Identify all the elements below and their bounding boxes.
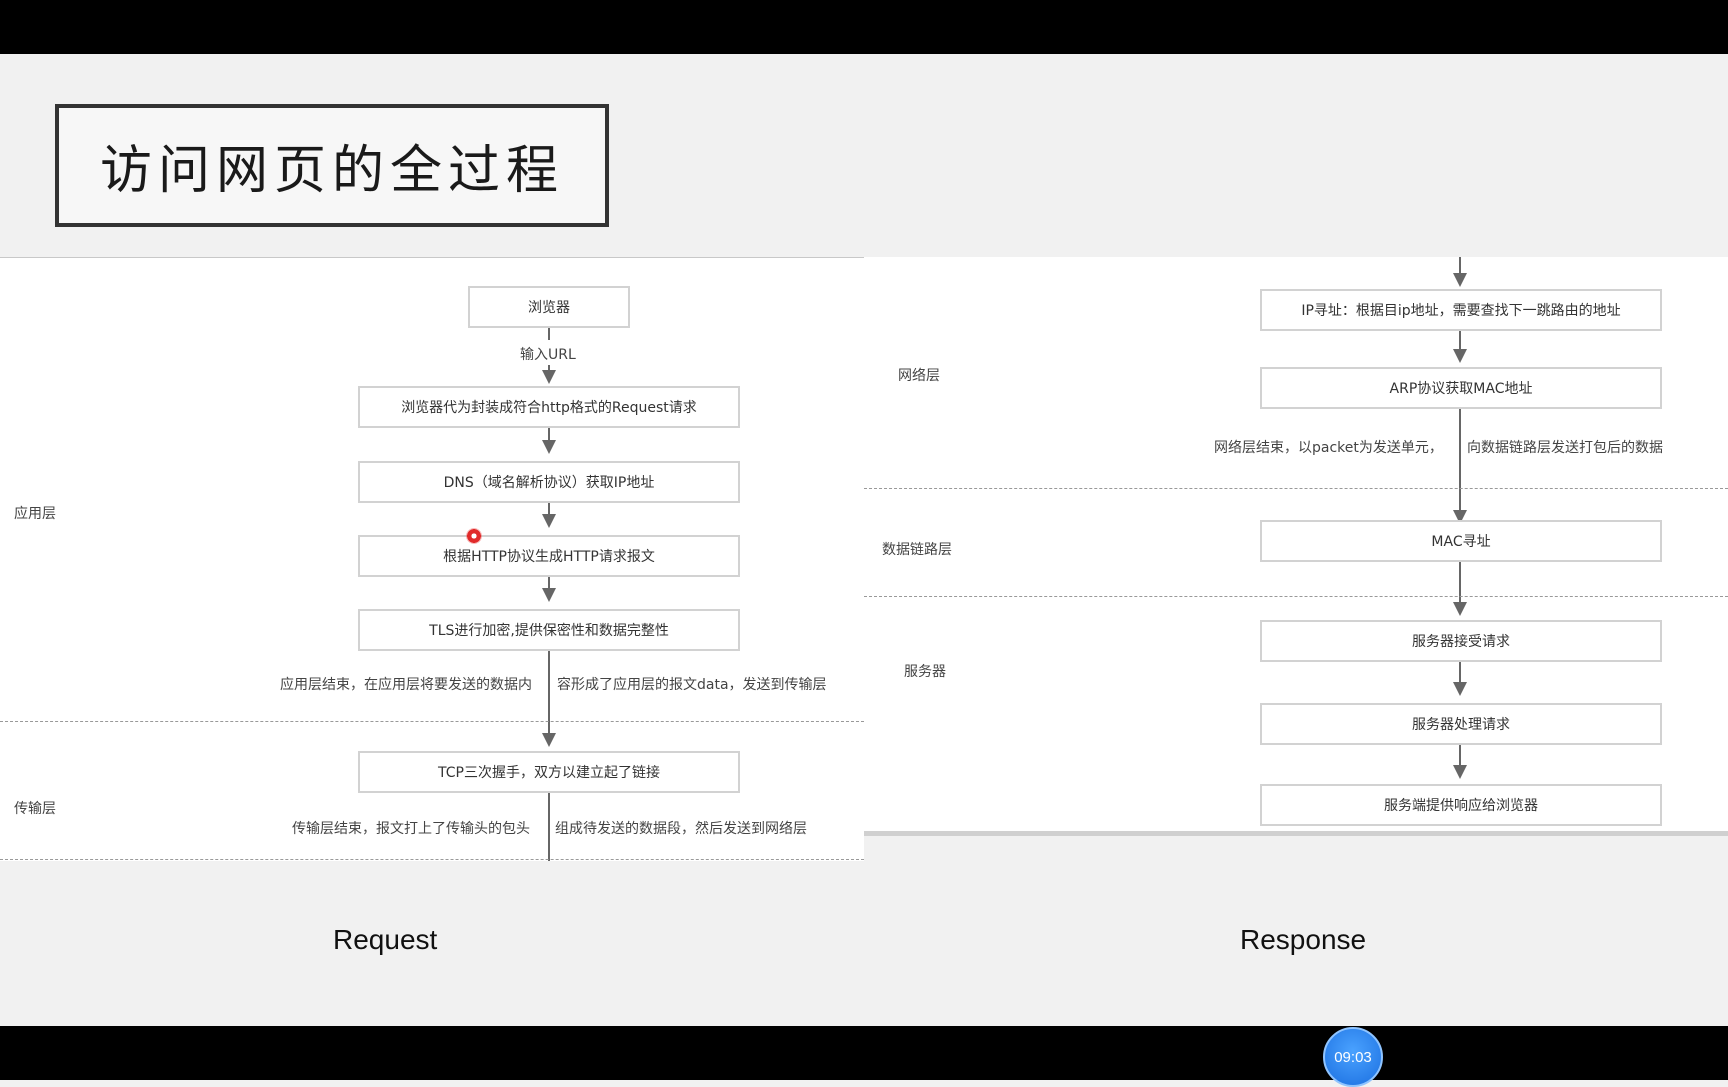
- arrow-icon: [542, 733, 556, 747]
- flow-box-server-receive: 服务器接受请求: [1260, 620, 1662, 662]
- arrow-icon: [1453, 602, 1467, 616]
- arrow-icon: [1453, 349, 1467, 363]
- pointer-highlight-icon: [466, 528, 482, 544]
- arrow-icon: [1453, 765, 1467, 779]
- flow-box-dns: DNS（域名解析协议）获取IP地址: [358, 461, 740, 503]
- connector: [1459, 660, 1461, 682]
- flow-box-mac: MAC寻址: [1260, 520, 1662, 562]
- layer-divider: [0, 859, 864, 860]
- arrow-icon: [542, 370, 556, 384]
- layer-divider: [864, 596, 1728, 597]
- flow-box-server-process: 服务器处理请求: [1260, 703, 1662, 745]
- arrow-icon: [1453, 273, 1467, 287]
- layer-divider: [864, 488, 1728, 489]
- layer-label-network: 网络层: [898, 368, 940, 384]
- connector: [548, 426, 550, 440]
- layer-label-transport: 传输层: [14, 801, 56, 817]
- request-diagram: 浏览器 输入URL 浏览器代为封装成符合http格式的Request请求 DNS…: [0, 257, 864, 861]
- layer-divider: [0, 721, 864, 722]
- title-box: 访问网页的全过程: [55, 104, 609, 227]
- app-end-note-left: 应用层结束，在应用层将要发送的数据内: [278, 675, 534, 695]
- flow-box-http-message: 根据HTTP协议生成HTTP请求报文: [358, 535, 740, 577]
- arrow-icon: [1453, 682, 1467, 696]
- page-title: 访问网页的全过程: [99, 141, 564, 201]
- layer-label-application: 应用层: [14, 506, 56, 522]
- response-diagram: IP寻址：根据目ip地址，需要查找下一跳路由的地址 ARP协议获取MAC地址 网…: [864, 257, 1728, 836]
- connector: [1459, 257, 1461, 273]
- connector: [1459, 407, 1461, 510]
- bottom-letterbox: [0, 1026, 1728, 1080]
- response-caption: Response: [1240, 924, 1367, 955]
- network-end-note-left: 网络层结束，以packet为发送单元，: [1212, 438, 1445, 458]
- network-end-note-right: 向数据链路层发送打包后的数据: [1465, 438, 1665, 458]
- arrow-icon: [542, 440, 556, 454]
- app-end-note-right: 容形成了应用层的报文data，发送到传输层: [555, 675, 829, 695]
- timer-badge[interactable]: 09:03: [1323, 1027, 1383, 1087]
- connector: [1459, 743, 1461, 765]
- flow-box-browser: 浏览器: [468, 286, 630, 328]
- transport-end-note-right: 组成待发送的数据段，然后发送到网络层: [553, 819, 809, 839]
- arrow-icon: [542, 588, 556, 602]
- layer-label-server: 服务器: [904, 664, 946, 680]
- top-letterbox: [0, 0, 1728, 54]
- transport-end-note-left: 传输层结束，报文打上了传输头的包头: [290, 819, 532, 839]
- flow-box-ip-routing: IP寻址：根据目ip地址，需要查找下一跳路由的地址: [1260, 289, 1662, 331]
- flow-box-tls: TLS进行加密,提供保密性和数据完整性: [358, 609, 740, 651]
- flow-box-request: 浏览器代为封装成符合http格式的Request请求: [358, 386, 740, 428]
- flow-box-server-response: 服务端提供响应给浏览器: [1260, 784, 1662, 826]
- layer-label-datalink: 数据链路层: [882, 542, 952, 558]
- flow-box-arp: ARP协议获取MAC地址: [1260, 367, 1662, 409]
- flow-box-tcp: TCP三次握手，双方以建立起了链接: [358, 751, 740, 793]
- arrow-icon: [542, 514, 556, 528]
- connector: [548, 326, 550, 340]
- connector: [548, 791, 550, 861]
- request-caption: Request: [333, 924, 438, 955]
- connector: [1459, 329, 1461, 349]
- input-url-label: 输入URL: [518, 345, 578, 365]
